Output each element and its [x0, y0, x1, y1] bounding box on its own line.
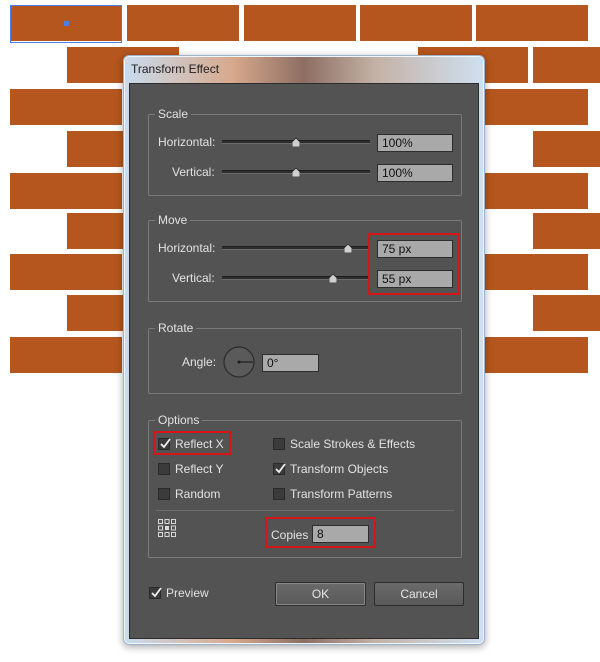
scale-vertical-label: Vertical:	[172, 165, 215, 179]
brick[interactable]	[10, 337, 122, 373]
brick[interactable]	[476, 337, 588, 373]
cancel-button[interactable]: Cancel	[374, 582, 464, 606]
reference-point-icon[interactable]	[157, 518, 177, 538]
move-horizontal-slider-thumb[interactable]	[343, 244, 352, 253]
move-horizontal-label: Horizontal:	[158, 241, 216, 255]
random-checkbox[interactable]	[158, 488, 170, 500]
rotate-angle-input[interactable]: 0°	[262, 354, 319, 372]
brick[interactable]	[476, 173, 588, 209]
selection-center-point[interactable]	[64, 21, 69, 26]
transform-objects-checkbox[interactable]	[273, 463, 286, 475]
transform-objects-label[interactable]: Transform Objects	[290, 462, 388, 476]
brick[interactable]	[244, 5, 356, 41]
move-vertical-label: Vertical:	[172, 271, 215, 285]
dialog-body: Scale Horizontal: 100% Vertical: 100% Mo…	[129, 83, 479, 639]
scale-strokes-checkbox[interactable]	[273, 438, 285, 450]
scale-vertical-input[interactable]: 100%	[377, 164, 453, 182]
brick[interactable]	[533, 47, 600, 83]
rotate-angle-dial[interactable]	[223, 346, 255, 378]
reflect-y-label[interactable]: Reflect Y	[175, 462, 223, 476]
move-values-highlight	[368, 233, 460, 295]
ok-button[interactable]: OK	[275, 582, 366, 606]
brick[interactable]	[533, 295, 600, 331]
preview-label[interactable]: Preview	[166, 586, 209, 600]
scale-group-title: Scale	[155, 107, 192, 121]
reflect-x-highlight	[153, 431, 231, 455]
random-label[interactable]: Random	[175, 487, 220, 501]
move-vertical-slider[interactable]	[222, 276, 370, 280]
brick[interactable]	[476, 5, 588, 41]
options-separator	[156, 510, 454, 511]
move-group-title: Move	[155, 213, 191, 227]
dialog-title[interactable]: Transform Effect	[131, 62, 219, 76]
preview-checkbox[interactable]	[149, 587, 162, 599]
rotate-group-title: Rotate	[155, 321, 197, 335]
scale-vertical-slider-thumb[interactable]	[292, 168, 300, 177]
brick[interactable]	[10, 173, 122, 209]
brick[interactable]	[533, 213, 600, 249]
scale-strokes-label[interactable]: Scale Strokes & Effects	[290, 437, 415, 451]
brick[interactable]	[127, 5, 239, 41]
move-vertical-slider-thumb[interactable]	[329, 274, 337, 283]
copies-highlight	[265, 517, 376, 548]
scale-horizontal-slider-thumb[interactable]	[292, 138, 300, 147]
brick[interactable]	[476, 254, 588, 290]
brick[interactable]	[533, 131, 600, 167]
transform-effect-dialog: Transform Effect Scale Horizontal: 100% …	[123, 55, 485, 645]
transform-patterns-checkbox[interactable]	[273, 488, 285, 500]
scale-group	[148, 114, 462, 196]
brick[interactable]	[360, 5, 472, 41]
brick[interactable]	[10, 89, 122, 125]
transform-patterns-label[interactable]: Transform Patterns	[290, 487, 392, 501]
scale-horizontal-input[interactable]: 100%	[377, 134, 453, 152]
scale-horizontal-label: Horizontal:	[158, 135, 216, 149]
rotate-angle-label: Angle:	[182, 355, 217, 369]
reflect-y-checkbox[interactable]	[158, 463, 170, 475]
options-group-title: Options	[155, 413, 203, 427]
brick[interactable]	[476, 89, 588, 125]
brick[interactable]	[10, 254, 122, 290]
